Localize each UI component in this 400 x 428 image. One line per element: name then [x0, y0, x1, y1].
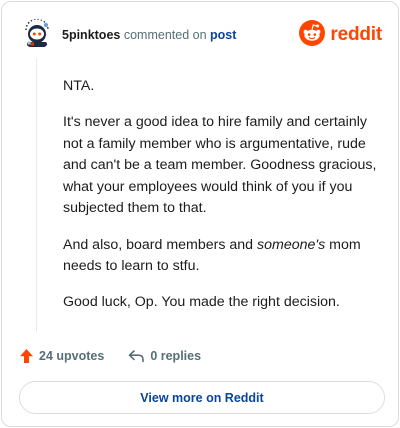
comment-card: 5pinktoes commented on post reddit NTA. …: [1, 1, 399, 427]
action-text: commented on: [123, 28, 207, 42]
comment-paragraph: Good luck, Op. You made the right decisi…: [63, 294, 340, 311]
thread-line: [36, 58, 37, 332]
reddit-logo-icon: [299, 19, 326, 51]
comment-text: And also, board members and: [63, 236, 258, 253]
reddit-wordmark: reddit: [330, 24, 382, 45]
reply-count[interactable]: 0 replies: [128, 349, 201, 363]
upvote-arrow-icon: [19, 348, 34, 364]
comment-paragraph: NTA.: [63, 78, 95, 94]
comment-meta: 5pinktoes commented on post: [62, 28, 236, 42]
comment-footer: 24 upvotes 0 replies: [19, 345, 201, 367]
upvote-label: 24 upvotes: [39, 349, 105, 363]
view-more-button[interactable]: View more on Reddit: [19, 381, 385, 414]
avatar[interactable]: [22, 19, 52, 49]
reply-label: 0 replies: [150, 349, 202, 363]
comment-emphasis: someone's: [257, 236, 326, 253]
comment-header: 5pinktoes commented on post reddit: [22, 19, 382, 53]
upvote-count[interactable]: 24 upvotes: [19, 348, 104, 364]
comment-paragraph: It's never a good idea to hire family an…: [63, 114, 377, 217]
post-link[interactable]: post: [210, 28, 236, 42]
comment-paragraph: And also, board members and someone's mo…: [63, 235, 381, 278]
username-link[interactable]: 5pinktoes: [62, 28, 120, 42]
reply-arrow-icon: [128, 349, 145, 363]
reddit-brand[interactable]: reddit: [299, 19, 382, 51]
comment-body: NTA. It's never a good idea to hire fami…: [63, 76, 381, 328]
